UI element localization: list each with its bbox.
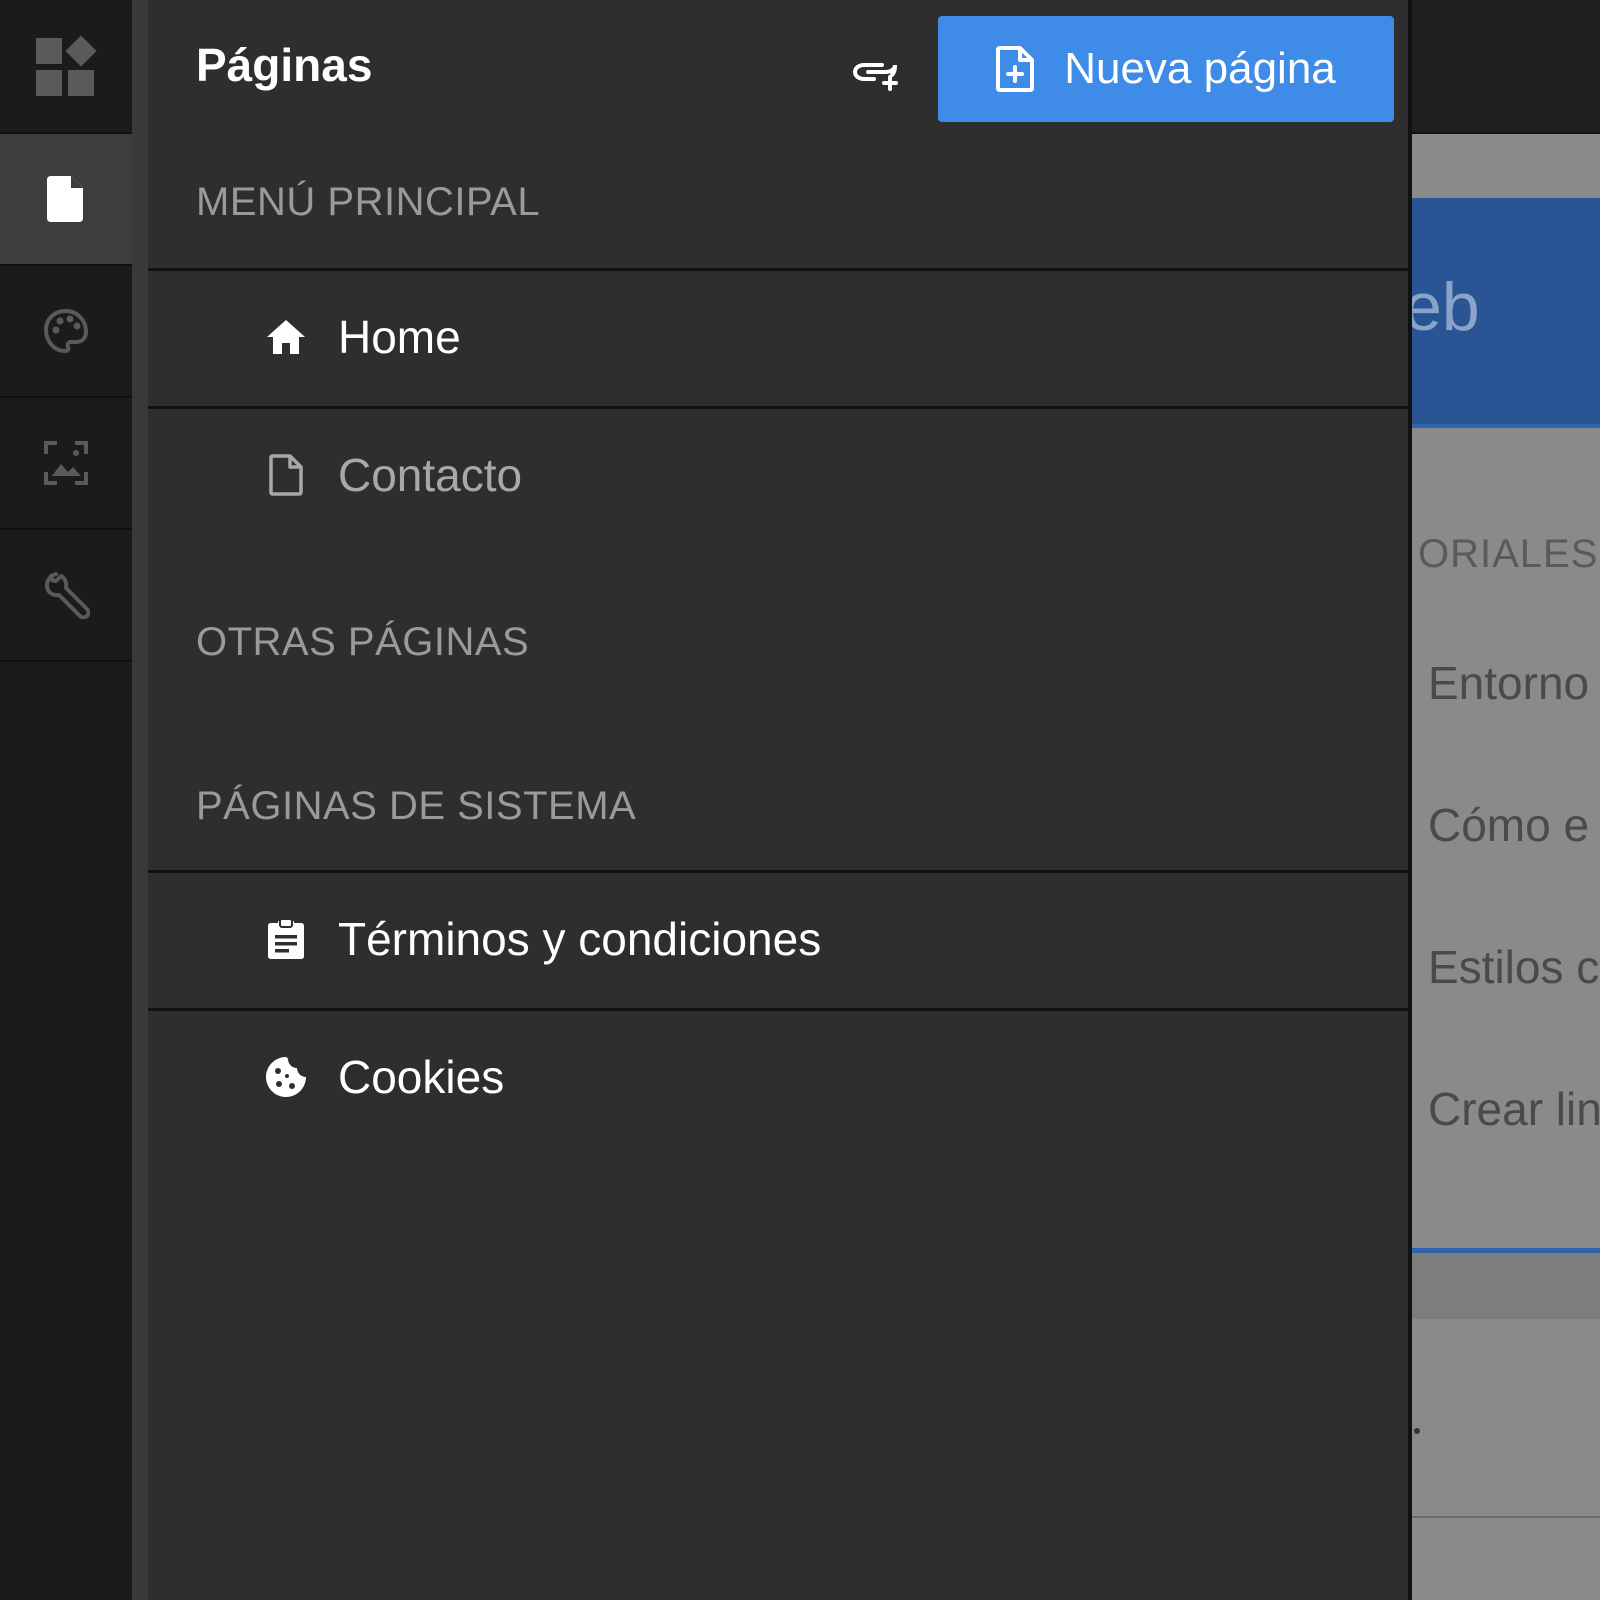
page-row-contacto[interactable]: Contacto xyxy=(148,406,1408,540)
rail-item-tools[interactable] xyxy=(0,530,132,662)
preview-dot xyxy=(1414,1428,1420,1434)
palette-icon xyxy=(43,308,89,354)
panel-title: Páginas xyxy=(196,39,373,91)
page-row-cookies[interactable]: Cookies xyxy=(148,1008,1408,1142)
cookie-icon xyxy=(264,1055,308,1099)
page-row-terminos[interactable]: Términos y condiciones xyxy=(148,870,1408,1004)
image-icon xyxy=(44,441,88,485)
rail-item-pages[interactable] xyxy=(0,134,132,266)
clipboard-icon xyxy=(264,917,308,961)
page-row-label: Contacto xyxy=(338,448,523,501)
page-row-home[interactable]: Home xyxy=(148,268,1408,402)
home-icon xyxy=(264,315,308,359)
file-plus-icon xyxy=(996,46,1035,92)
page-icon xyxy=(264,453,308,497)
add-link-button[interactable] xyxy=(848,52,904,96)
section-label-main-menu: MENÚ PRINCIPAL xyxy=(196,180,541,224)
panel-header: Páginas Nueva página xyxy=(148,0,1408,136)
wrench-icon xyxy=(45,572,90,619)
section-label-other-pages: OTRAS PÁGINAS xyxy=(196,620,530,664)
app-logo[interactable] xyxy=(0,0,132,134)
section-label-system-pages: PÁGINAS DE SISTEMA xyxy=(196,784,637,828)
site-preview: eb ORIALES Entorno Cómo e Estilos c Crea… xyxy=(1412,0,1600,1600)
page-row-label: Cookies xyxy=(338,1050,505,1103)
rail-item-media[interactable] xyxy=(0,398,132,530)
preview-hero-text: eb xyxy=(1412,269,1480,345)
page-row-label: Home xyxy=(338,310,461,363)
preview-link: Crear lin xyxy=(1428,1083,1600,1135)
rail-item-design[interactable] xyxy=(0,266,132,398)
new-page-button[interactable]: Nueva página xyxy=(938,16,1394,122)
rail-panel-gap xyxy=(132,0,148,1600)
logo-icon xyxy=(36,35,97,96)
new-page-label: Nueva página xyxy=(1064,44,1336,93)
icon-rail xyxy=(0,0,133,1600)
preview-link: Estilos c xyxy=(1428,941,1600,993)
preview-divider xyxy=(1412,1516,1600,1518)
preview-topbar xyxy=(1412,0,1600,134)
preview-link: Entorno xyxy=(1428,657,1590,709)
page-row-label: Términos y condiciones xyxy=(338,912,822,965)
preview-section-title: ORIALES xyxy=(1418,532,1599,576)
pages-panel: Páginas Nueva página MENÚ PRINCIPAL Home xyxy=(148,0,1412,1600)
page-icon xyxy=(47,176,83,222)
link-plus-icon xyxy=(852,63,898,91)
preview-band xyxy=(1412,1253,1600,1319)
preview-link: Cómo e xyxy=(1428,799,1590,851)
